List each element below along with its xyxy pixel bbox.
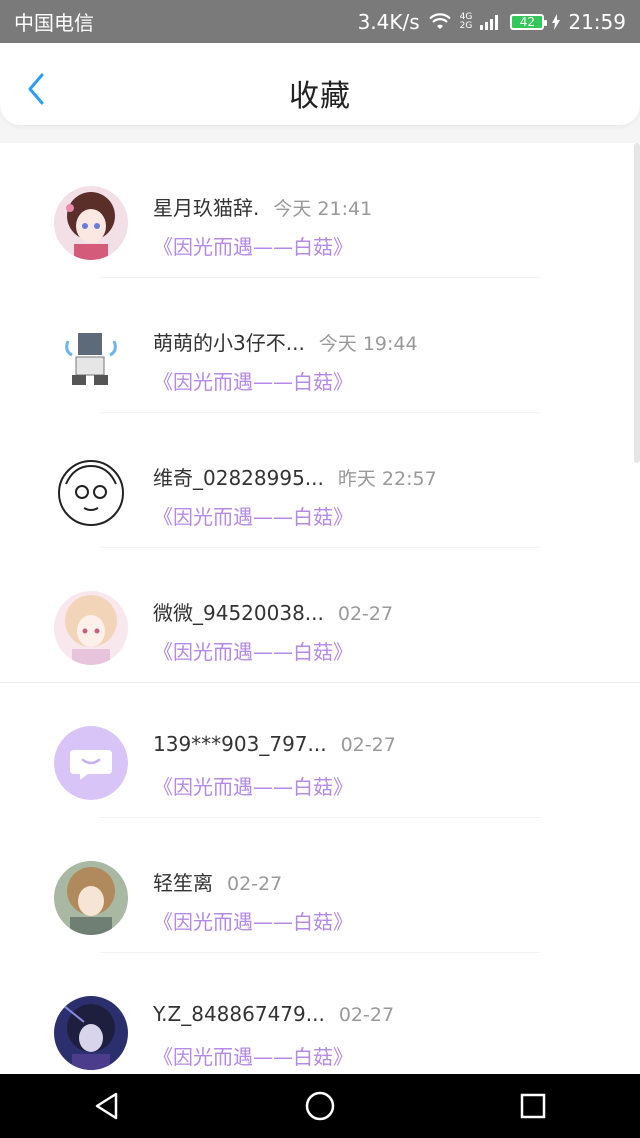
source-title[interactable]: 《因光而遇——白菇》 — [153, 636, 353, 665]
name-line: 萌萌的小3仔不... 今天 19:44 — [153, 327, 418, 356]
avatar[interactable] — [54, 321, 128, 395]
timestamp: 02-27 — [337, 603, 394, 625]
source-title[interactable]: 《因光而遇——白菇》 — [153, 501, 353, 530]
square-recents-icon — [521, 1093, 546, 1119]
user-name: 微微_94520038... — [153, 601, 324, 625]
name-line: 星月玖猫辞. 今天 21:41 — [153, 192, 372, 221]
timestamp: 今天 21:41 — [273, 198, 373, 220]
user-name: 萌萌的小3仔不... — [153, 331, 305, 355]
page-title: 收藏 — [289, 79, 351, 114]
nav-home-button[interactable] — [290, 1076, 350, 1136]
source-title[interactable]: 《因光而遇——白菇》 — [153, 1041, 353, 1070]
status-bar: 中国电信 3.4K/s 4G 2G 42 21:59 — [0, 0, 640, 43]
header-card: 收藏 — [0, 43, 640, 125]
list-item[interactable]: Y.Z_848867479... 02-27 《因光而遇——白菇》 — [0, 953, 640, 1074]
network-type: 4G 2G — [459, 12, 473, 31]
nav-back-button[interactable] — [77, 1076, 137, 1136]
circle-home-icon — [305, 1091, 335, 1121]
name-line: 微微_94520038... 02-27 — [153, 597, 393, 626]
list-item[interactable]: 维奇_02828995... 昨天 22:57 《因光而遇——白菇》 — [0, 413, 640, 548]
list-item[interactable]: 139***903_797... 02-27 《因光而遇——白菇》 — [0, 683, 640, 818]
favorites-list[interactable]: 星月玖猫辞. 今天 21:41 《因光而遇——白菇》 萌萌的小3仔不... 今天… — [0, 143, 640, 1074]
avatar[interactable] — [54, 591, 128, 665]
source-title[interactable]: 《因光而遇——白菇》 — [153, 906, 353, 935]
carrier-label: 中国电信 — [14, 11, 94, 35]
avatar[interactable] — [54, 186, 128, 260]
wifi-icon — [428, 12, 452, 31]
user-name: 维奇_02828995... — [153, 466, 324, 490]
timestamp: 02-27 — [340, 734, 396, 756]
list-item[interactable]: 萌萌的小3仔不... 今天 19:44 《因光而遇——白菇》 — [0, 278, 640, 413]
name-line: 139***903_797... 02-27 — [153, 732, 396, 756]
source-title[interactable]: 《因光而遇——白菇》 — [153, 366, 353, 395]
battery-icon: 42 — [510, 13, 548, 30]
network-speed: 3.4K/s — [357, 9, 420, 34]
timestamp: 昨天 22:57 — [337, 468, 437, 490]
system-navbar — [0, 1074, 640, 1138]
name-line: 轻笙离 02-27 — [153, 867, 282, 896]
user-name: 星月玖猫辞. — [153, 196, 260, 220]
network-type-bottom: 2G — [459, 20, 473, 31]
list-item[interactable]: 轻笙离 02-27 《因光而遇——白菇》 — [0, 818, 640, 953]
status-right: 3.4K/s 4G 2G 42 21:59 — [358, 10, 626, 34]
charging-icon — [552, 13, 561, 30]
timestamp: 02-27 — [338, 1004, 395, 1026]
avatar[interactable] — [54, 996, 128, 1070]
list-item[interactable]: 星月玖猫辞. 今天 21:41 《因光而遇——白菇》 — [0, 143, 640, 278]
list-item[interactable]: 微微_94520038... 02-27 《因光而遇——白菇》 — [0, 548, 640, 683]
clock: 21:59 — [568, 9, 626, 34]
chat-bubble-icon — [54, 726, 128, 800]
header: 收藏 — [0, 43, 640, 143]
user-name: 139***903_797... — [153, 732, 327, 756]
signal-icon — [480, 14, 502, 30]
battery-level: 42 — [519, 14, 535, 29]
avatar[interactable] — [54, 456, 128, 530]
avatar[interactable] — [54, 726, 128, 800]
user-name: Y.Z_848867479... — [153, 1002, 325, 1026]
name-line: Y.Z_848867479... 02-27 — [153, 1002, 394, 1026]
avatar[interactable] — [54, 861, 128, 935]
user-name: 轻笙离 — [153, 871, 213, 895]
timestamp: 02-27 — [227, 873, 283, 895]
source-title[interactable]: 《因光而遇——白菇》 — [153, 771, 353, 800]
timestamp: 今天 19:44 — [318, 333, 418, 355]
nav-recents-button[interactable] — [503, 1076, 563, 1136]
triangle-back-icon — [95, 1092, 117, 1120]
name-line: 维奇_02828995... 昨天 22:57 — [153, 462, 437, 491]
source-title[interactable]: 《因光而遇——白菇》 — [153, 231, 353, 260]
